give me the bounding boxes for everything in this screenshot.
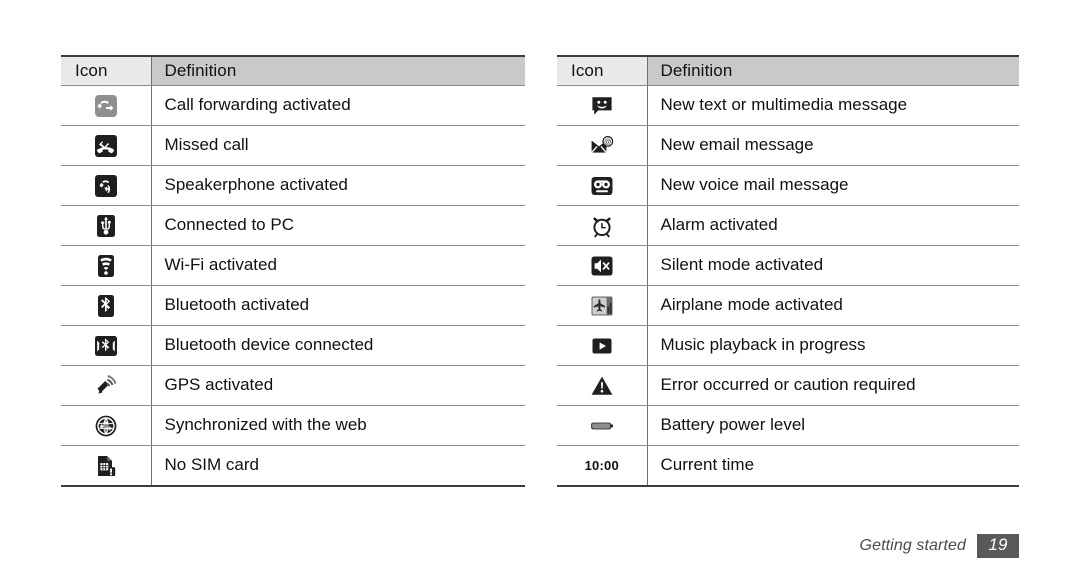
definition-cell: GPS activated [151,365,525,406]
icon-table-right: Icon Definition New text or multimedia m… [557,55,1019,487]
web-sync-icon [94,414,118,438]
icon-cell [61,205,152,246]
voicemail-icon [590,174,614,198]
svg-text:@: @ [604,137,612,146]
icon-cell [61,325,152,366]
bluetooth-icon [94,294,118,318]
table-row: Airplane mode activated [557,285,1019,326]
table-row: Alarm activated [557,205,1019,246]
page-footer: Getting started 19 [860,534,1019,558]
speakerphone-icon [94,174,118,198]
usb-connected-icon [94,214,118,238]
current-time-text: 10:00 [584,457,619,473]
definition-cell: Silent mode activated [647,245,1019,286]
icon-cell [61,85,152,126]
definition-cell: Alarm activated [647,205,1019,246]
new-email-icon: @ [590,134,614,158]
missed-call-icon [94,134,118,158]
table-row: Error occurred or caution required [557,365,1019,406]
column-header-definition: Definition [151,55,525,86]
icon-cell [61,365,152,406]
definition-cell: New text or multimedia message [647,85,1019,126]
icon-cell [61,285,152,326]
battery-icon [590,414,614,438]
definition-cell: Music playback in progress [647,325,1019,366]
table-row: Silent mode activated [557,245,1019,286]
definition-cell: New email message [647,125,1019,166]
definition-cell: Wi-Fi activated [151,245,525,286]
definition-cell: Connected to PC [151,205,525,246]
definition-cell: Bluetooth activated [151,285,525,326]
table-row: Connected to PC [61,205,525,246]
icon-cell: @ [557,125,648,166]
table-row: No SIM card [61,445,525,487]
icon-cell [61,405,152,446]
bluetooth-connected-icon [94,334,118,358]
icon-cell: 10:00 [557,445,648,487]
column-header-icon: Icon [61,55,152,86]
definition-cell: Bluetooth device connected [151,325,525,366]
table-row: GPS activated [61,365,525,406]
table-row: Synchronized with the web [61,405,525,446]
call-forwarding-icon [94,94,118,118]
icon-cell [61,165,152,206]
definition-cell: Call forwarding activated [151,85,525,126]
music-play-icon [590,334,614,358]
manual-page: Icon Definition Call forwarding activate… [0,0,1080,586]
alarm-icon [590,214,614,238]
table-row: Music playback in progress [557,325,1019,366]
icon-cell [557,85,648,126]
icon-reference-tables: Icon Definition Call forwarding activate… [0,0,1080,500]
definition-cell: Synchronized with the web [151,405,525,446]
definition-cell: Airplane mode activated [647,285,1019,326]
table-row: Speakerphone activated [61,165,525,206]
icon-cell [557,325,648,366]
icon-table-left: Icon Definition Call forwarding activate… [61,55,525,487]
table-row: New voice mail message [557,165,1019,206]
gps-icon [94,374,118,398]
column-header-icon: Icon [557,55,648,86]
definition-cell: Missed call [151,125,525,166]
icon-cell [557,245,648,286]
icon-cell [557,165,648,206]
icon-cell [557,365,648,406]
table-header-row: Icon Definition [61,55,525,86]
definition-cell: No SIM card [151,445,525,487]
no-sim-card-icon [94,454,118,478]
table-header-row: Icon Definition [557,55,1019,86]
icon-cell [557,285,648,326]
footer-section-label: Getting started [859,536,966,554]
table-row: Battery power level [557,405,1019,446]
definition-cell: Error occurred or caution required [647,365,1019,406]
icon-cell [557,405,648,446]
table-row: Missed call [61,125,525,166]
definition-cell: Speakerphone activated [151,165,525,206]
column-header-definition: Definition [647,55,1019,86]
icon-cell [61,445,152,487]
new-message-icon [590,94,614,118]
table-row: New text or multimedia message [557,85,1019,126]
airplane-mode-icon [590,294,614,318]
definition-cell: New voice mail message [647,165,1019,206]
table-body-right: New text or multimedia message @ New email… [557,85,1019,487]
table-row: Wi-Fi activated [61,245,525,286]
table-row: 10:00 Current time [557,445,1019,487]
table-row: Bluetooth activated [61,285,525,326]
table-row: @ New email message [557,125,1019,166]
table-row: Bluetooth device connected [61,325,525,366]
wifi-icon [94,254,118,278]
definition-cell: Current time [647,445,1019,487]
definition-cell: Battery power level [647,405,1019,446]
page-number-badge: 19 [977,534,1019,558]
icon-cell [61,125,152,166]
warning-icon [590,374,614,398]
icon-cell [61,245,152,286]
silent-mode-icon [590,254,614,278]
icon-cell [557,205,648,246]
table-body-left: Call forwarding activated Missed call Spea… [61,85,525,487]
table-row: Call forwarding activated [61,85,525,126]
